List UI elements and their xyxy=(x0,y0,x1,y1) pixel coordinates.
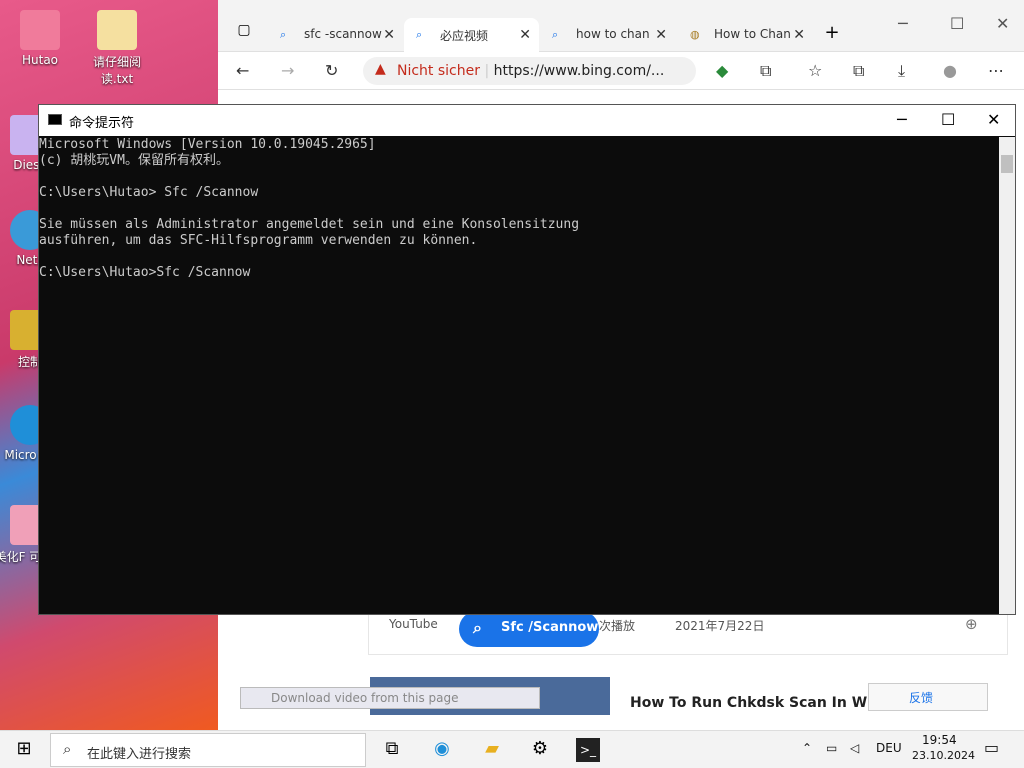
taskbar-search[interactable]: ⌕ 在此键入进行搜索 xyxy=(50,733,366,767)
cmd-title: 命令提示符 xyxy=(69,116,135,131)
extension-icon[interactable]: ◆ xyxy=(716,61,728,80)
settings-icon[interactable]: ⚙ xyxy=(528,738,552,762)
console-output[interactable]: Microsoft Windows [Version 10.0.19045.29… xyxy=(39,137,997,614)
tab-sfc[interactable]: ⌕ sfc -scannow ✕ xyxy=(268,18,403,52)
desktop-icon-hutao[interactable]: Hutao xyxy=(0,10,80,67)
feedback-button[interactable]: 反馈 xyxy=(868,683,988,711)
close-icon[interactable]: ✕ xyxy=(655,27,667,43)
search-pill[interactable]: ⌕ Sfc /Scannow xyxy=(459,611,599,647)
close-icon[interactable]: ✕ xyxy=(383,27,395,43)
scrollbar-thumb[interactable] xyxy=(1001,155,1013,173)
cmd-titlebar[interactable]: 命令提示符 ─ ☐ ✕ xyxy=(39,105,1015,136)
taskbar: ⊞ ⌕ 在此键入进行搜索 ⧉ ◉ ▰ ⚙ >_ ⌃ ▭ ◁ DEU 19:54 2… xyxy=(0,730,1024,768)
tab-strip: ▢ ⌕ sfc -scannow ✕ ⌕ 必应视频 ✕ ⌕ how to chan ✕ ◍ H… xyxy=(218,0,1024,52)
cmd-window[interactable]: 命令提示符 ─ ☐ ✕ Microsoft Windows [Version 1… xyxy=(38,104,1016,615)
console-line: Sie müssen als Administrator angemeldet … xyxy=(39,217,580,232)
back-icon[interactable]: ← xyxy=(236,61,249,80)
close-icon[interactable]: ✕ xyxy=(793,27,805,43)
tab-actions-icon[interactable]: ▢ xyxy=(232,22,256,46)
puzzle-icon[interactable]: ⧉ xyxy=(760,61,771,81)
download-video-bar[interactable]: Download video from this page xyxy=(240,687,540,709)
close-icon[interactable]: ✕ xyxy=(519,27,531,43)
clock-time[interactable]: 19:54 xyxy=(922,733,957,747)
favorites-icon[interactable]: ☆ xyxy=(808,61,822,80)
network-icon[interactable]: ▭ xyxy=(826,741,837,755)
notifications-icon[interactable]: ▭ xyxy=(984,738,999,757)
more-icon[interactable]: ⋯ xyxy=(988,61,1004,80)
clock-date[interactable]: 23.10.2024 xyxy=(912,749,975,762)
volume-icon[interactable]: ◁ xyxy=(850,741,859,755)
download-icon[interactable]: ⤓ xyxy=(898,61,905,81)
cmd-icon xyxy=(48,114,62,125)
search-icon: ⌕ xyxy=(416,28,423,41)
search-icon: ⌕ xyxy=(280,28,287,41)
bing-results: YouTube ⌕ Sfc /Scannow 次播放 2021年7月22日 ⊕ D… xyxy=(218,611,1024,730)
start-icon[interactable]: ⊞ xyxy=(12,738,36,762)
console-line: ausführen, um das SFC-Hilfsprogramm verw… xyxy=(39,233,478,248)
maximize-icon[interactable]: ☐ xyxy=(950,14,964,33)
video-meta-card: YouTube ⌕ Sfc /Scannow 次播放 2021年7月22日 ⊕ xyxy=(368,611,1008,655)
cmd-taskbar-icon[interactable]: >_ xyxy=(576,738,600,762)
result-title[interactable]: How To Run Chkdsk Scan In Wind xyxy=(630,695,892,711)
search-icon: ⌕ xyxy=(473,618,482,637)
minimize-icon[interactable]: ─ xyxy=(898,14,908,33)
user-folder-icon xyxy=(20,10,60,50)
forward-icon[interactable]: → xyxy=(281,61,294,80)
close-window-icon[interactable]: ✕ xyxy=(996,14,1009,33)
search-icon: ⌕ xyxy=(552,28,559,41)
source-label: YouTube xyxy=(389,617,438,631)
address-bar: ← → ↻ ▲ Nicht sicher | https://www.bing.c… xyxy=(218,52,1024,90)
refresh-icon[interactable]: ↻ xyxy=(325,61,338,80)
text-file-icon xyxy=(97,10,137,50)
warning-icon: ▲ xyxy=(375,61,386,77)
language-indicator[interactable]: DEU xyxy=(876,741,902,755)
new-tab-icon[interactable]: + xyxy=(820,22,844,46)
console-line: Microsoft Windows [Version 10.0.19045.29… xyxy=(39,137,376,152)
tab-how-to-2[interactable]: ◍ How to Chan ✕ xyxy=(678,18,813,52)
collections-icon[interactable]: ⧉ xyxy=(853,61,864,81)
console-scrollbar[interactable] xyxy=(999,137,1015,614)
maximize-icon[interactable]: ☐ xyxy=(941,110,955,129)
profile-icon[interactable]: ● xyxy=(943,61,957,80)
task-view-icon[interactable]: ⧉ xyxy=(380,738,404,762)
date-label: 2021年7月22日 xyxy=(675,619,765,633)
views-label: 次播放 xyxy=(599,619,636,633)
tab-bing-video[interactable]: ⌕ 必应视频 ✕ xyxy=(404,18,539,52)
console-line: (c) 胡桃玩VM。保留所有权利。 xyxy=(39,153,229,168)
file-explorer-icon[interactable]: ▰ xyxy=(480,738,504,762)
desktop-icon-readme[interactable]: 请仔细阅读.txt xyxy=(77,10,157,87)
console-line: C:\Users\Hutao> Sfc /Scannow xyxy=(39,185,259,200)
close-icon[interactable]: ✕ xyxy=(987,110,1000,129)
url-field[interactable]: ▲ Nicht sicher | https://www.bing.com/... xyxy=(363,57,696,85)
chevron-up-icon[interactable]: ⌃ xyxy=(802,741,812,755)
site-favicon-icon: ◍ xyxy=(690,28,700,41)
search-icon: ⌕ xyxy=(63,740,72,758)
tab-how-to-1[interactable]: ⌕ how to chan ✕ xyxy=(540,18,675,52)
edge-icon[interactable]: ◉ xyxy=(430,738,454,762)
globe-icon[interactable]: ⊕ xyxy=(965,615,978,633)
console-line: C:\Users\Hutao>Sfc /Scannow xyxy=(39,265,251,280)
minimize-icon[interactable]: ─ xyxy=(897,110,907,129)
